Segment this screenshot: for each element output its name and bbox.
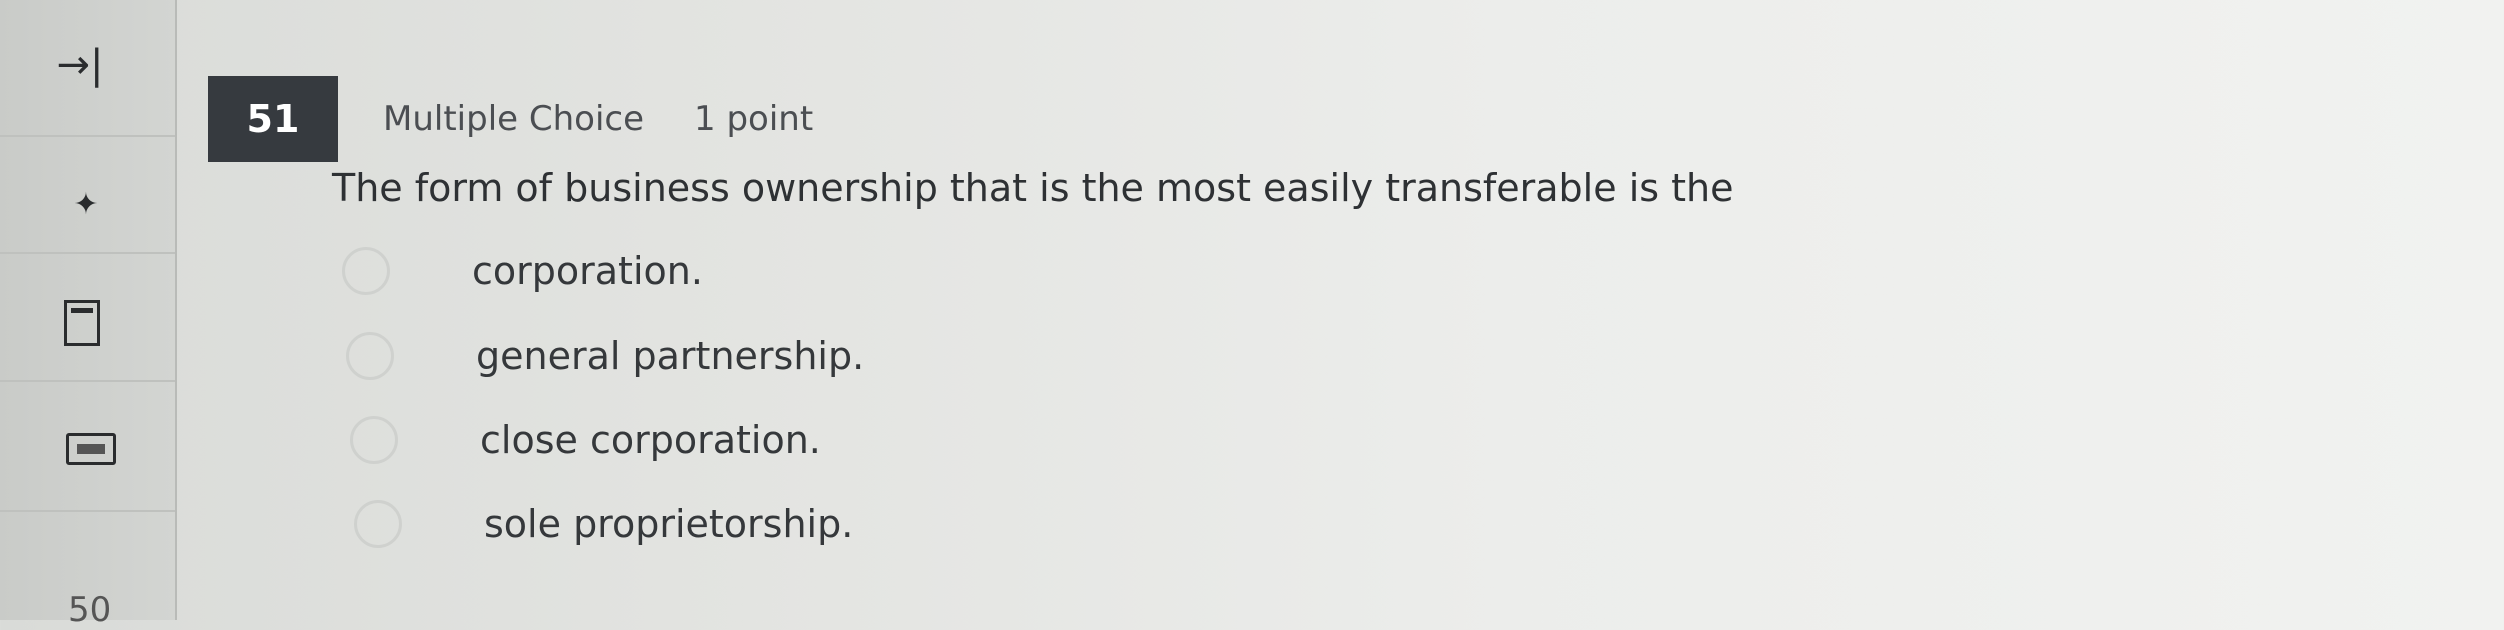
radio-button[interactable] <box>350 416 398 464</box>
answer-option-label[interactable]: sole proprietorship. <box>484 502 853 546</box>
question-type: Multiple Choice <box>383 99 645 139</box>
sidebar-divider <box>0 510 175 512</box>
answer-option[interactable]: sole proprietorship. <box>354 500 853 548</box>
answer-option[interactable]: close corporation. <box>350 416 821 464</box>
calculator-icon[interactable] <box>66 433 116 465</box>
answer-option[interactable]: general partnership. <box>346 332 864 380</box>
pin-icon[interactable]: ✦ <box>68 186 104 222</box>
radio-button[interactable] <box>342 247 390 295</box>
question-points: 1 point <box>694 99 814 139</box>
answer-option-label[interactable]: close corporation. <box>480 418 821 462</box>
radio-button[interactable] <box>346 332 394 380</box>
sidebar-divider <box>0 380 175 382</box>
answer-option-label[interactable]: corporation. <box>472 249 703 293</box>
sidebar-divider <box>0 252 175 254</box>
sidebar: →| ✦ 50 <box>0 0 177 630</box>
bookmark-icon[interactable] <box>64 300 100 346</box>
sidebar-divider <box>0 135 175 137</box>
answer-option-label[interactable]: general partnership. <box>476 334 864 378</box>
question-prompt: The form of business ownership that is t… <box>332 166 1734 210</box>
previous-question-number[interactable]: 50 <box>68 590 111 630</box>
answer-option[interactable]: corporation. <box>342 247 703 295</box>
arrow-right-to-bar-icon[interactable]: →| <box>50 40 110 90</box>
question-number: 51 <box>208 76 338 162</box>
radio-button[interactable] <box>354 500 402 548</box>
